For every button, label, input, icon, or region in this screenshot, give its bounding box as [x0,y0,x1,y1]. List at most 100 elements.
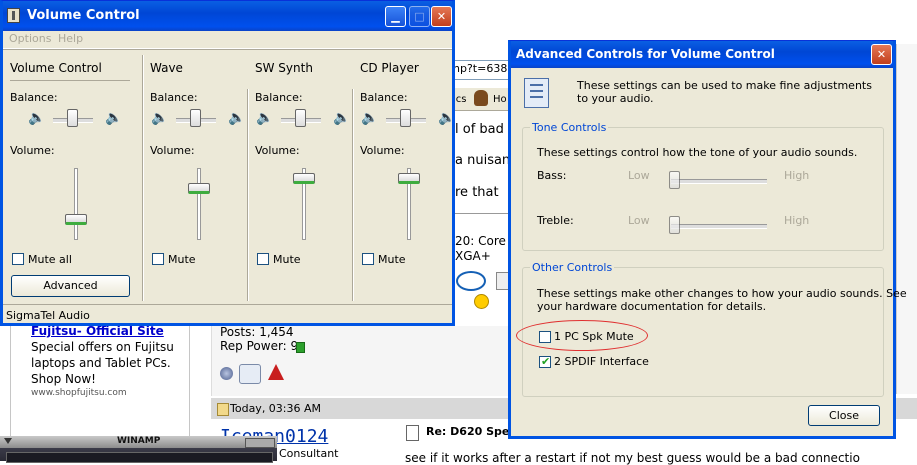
speaker-right-icon: 🔈 [105,110,123,126]
maximize-icon[interactable]: □ [409,6,430,27]
mute-checkbox[interactable] [152,253,164,265]
bass-label: Bass: [537,169,567,182]
treble-label: Treble: [537,214,574,227]
xga-fragment: XGA+ [455,249,491,263]
intel-badge-icon [456,271,486,291]
close-icon[interactable]: ✕ [431,6,452,27]
ad-body-line2: laptops and Tablet PCs. [31,356,171,370]
volume-window-title: Volume Control [27,8,140,23]
advanced-controls-dialog: Advanced Controls for Volume Control ✕ T… [508,40,907,439]
mute-label[interactable]: Mute [273,253,301,266]
channel-separator-1 [142,55,144,301]
volume-label: Volume: [150,144,195,157]
post-divider [452,213,512,214]
mascot-icon [474,90,488,106]
post-title-fragment: 20: Core [455,234,506,248]
reply-body: see if it works after a restart if not m… [405,451,860,465]
annotation-red-circle [516,320,648,351]
report-post-icon[interactable] [268,364,284,380]
post-text-line1: l of bad [455,122,504,137]
speaker-left-icon: 🔈 [361,110,379,126]
bass-slider[interactable] [669,171,680,189]
post-text-line2: a nuisan [455,153,511,168]
channel-separator-2 [247,89,249,301]
menu-options[interactable]: Options [9,32,51,45]
reply-document-icon [406,425,419,441]
online-status-icon[interactable] [220,367,233,380]
spdif-label[interactable]: 2 SPDIF Interface [554,355,649,368]
treble-track [671,224,767,229]
speaker-right-icon: 🔈 [333,110,351,126]
ad-body-line3: Shop Now! [31,372,96,386]
bass-low-label: Low [628,169,650,182]
menu-help[interactable]: Help [58,32,83,45]
close-button[interactable]: Close [808,405,880,426]
minimize-icon[interactable]: ▁ [385,6,406,27]
profile-icon[interactable] [239,364,261,384]
volume-label: Volume: [360,144,405,157]
winamp-title: WINAMP [117,436,161,446]
treble-high-label: High [784,214,810,227]
tone-description: These settings control how the tone of y… [537,146,858,159]
channel-name-underline [10,80,130,81]
ad-url[interactable]: www.shopfujitsu.com [31,388,127,398]
dialog-title: Advanced Controls for Volume Control [516,47,775,61]
winamp-menu-icon[interactable] [4,438,12,444]
mute-checkbox[interactable] [257,253,269,265]
volume-label: Volume: [10,144,55,157]
channel-name: SW Synth [255,61,313,75]
bass-track [671,179,767,184]
speaker-app-icon [7,8,20,23]
ad-body-line1: Special offers on Fujitsu [31,340,174,354]
mute-label[interactable]: Mute [378,253,406,266]
balance-slider[interactable] [400,109,411,127]
toolbar-item-home[interactable]: Ho [493,94,507,105]
mute-label[interactable]: Mute [168,253,196,266]
volume-slider[interactable] [65,213,87,225]
speaker-left-icon: 🔈 [28,110,46,126]
speaker-left-icon: 🔈 [256,110,274,126]
dialog-close-icon[interactable]: ✕ [871,44,892,65]
posts-count: Posts: 1,454 [220,325,294,339]
balance-slider[interactable] [190,109,201,127]
menu-divider [3,49,452,50]
treble-slider[interactable] [669,216,680,234]
tone-controls-title: Tone Controls [530,121,609,134]
channel-name: CD Player [360,61,419,75]
toolbar-item-ics[interactable]: ics [453,94,467,105]
mute-checkbox[interactable] [362,253,374,265]
other-description-line1: These settings make other changes to how… [537,287,907,300]
settings-document-icon [524,78,549,108]
speaker-right-icon: 🔈 [228,110,246,126]
winamp-display [6,452,273,463]
bass-high-label: High [784,169,810,182]
speaker-left-icon: 🔈 [151,110,169,126]
ad-title-link[interactable]: Fujitsu- Official Site [31,324,164,338]
volume-slider[interactable] [398,172,420,184]
channel-name: Wave [150,61,183,75]
balance-label: Balance: [255,91,303,104]
other-description-line2: your hardware documentation for details. [537,300,767,313]
spdif-checkbox[interactable]: ✔ [539,355,551,368]
smiley-icon [474,294,489,309]
address-url-text: hp?t=6380 [453,62,515,75]
channel-name: Volume Control [10,61,102,75]
mute-all-checkbox[interactable] [12,253,24,265]
volume-track [197,168,201,240]
balance-slider[interactable] [67,109,78,127]
balance-slider[interactable] [295,109,306,127]
volume-slider[interactable] [293,172,315,184]
mute-all-label[interactable]: Mute all [28,253,72,266]
rep-power: Rep Power: 9 [220,339,299,353]
other-controls-title: Other Controls [530,261,615,274]
balance-label: Balance: [10,91,58,104]
checkmark-icon: ✔ [541,355,551,368]
post-text-line3: re that [455,185,499,200]
advanced-button[interactable]: Advanced [11,275,130,297]
winamp-buttons[interactable] [245,438,275,448]
volume-slider[interactable] [188,183,210,195]
volume-label: Volume: [255,144,300,157]
volume-titlebar[interactable]: Volume Control ▁ □ ✕ [3,1,452,31]
dialog-titlebar[interactable]: Advanced Controls for Volume Control ✕ [511,41,893,68]
user-title: Consultant [279,447,339,460]
